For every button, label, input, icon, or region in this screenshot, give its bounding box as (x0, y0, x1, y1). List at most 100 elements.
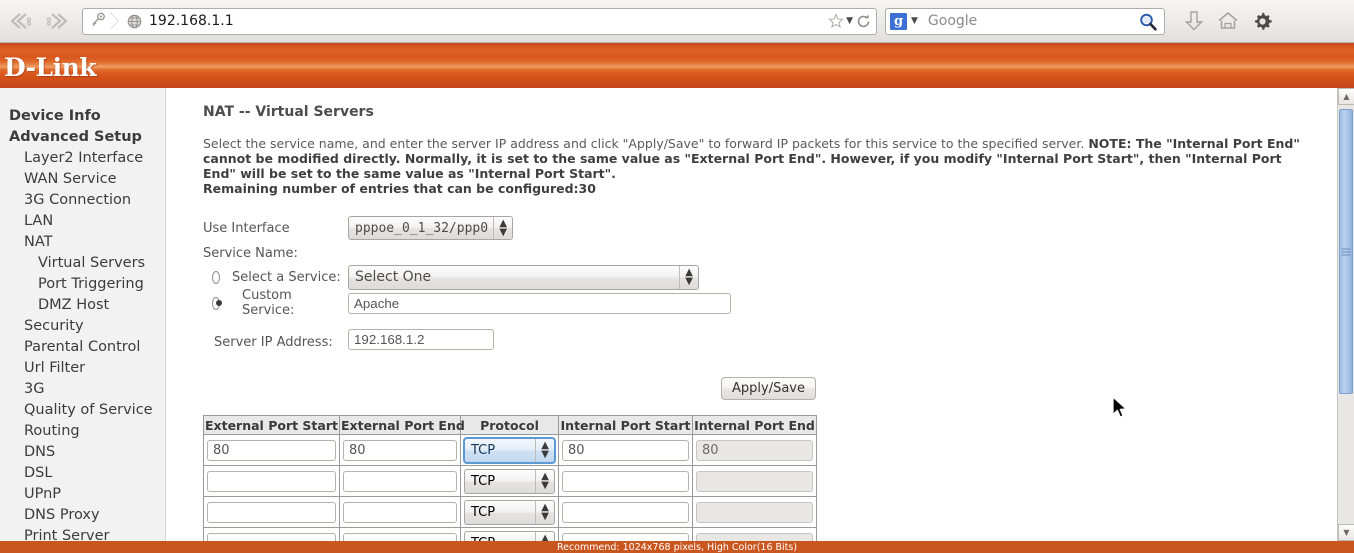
scroll-up-button[interactable]: ▲ (1338, 88, 1354, 105)
sidebar-item-wan-service[interactable]: WAN Service (0, 169, 165, 190)
external-port-start-input[interactable] (207, 471, 336, 492)
custom-service-input[interactable] (348, 292, 731, 314)
protocol-cell: TCP▲▼ (460, 434, 559, 466)
sidebar-item-nat[interactable]: NAT (0, 232, 165, 253)
protocol-select[interactable]: TCP▲▼ (464, 468, 555, 494)
protocol-value[interactable]: TCP (464, 530, 555, 541)
sidebar-item-3g-connection[interactable]: 3G Connection (0, 190, 165, 211)
apply-save-button[interactable]: Apply/Save (721, 377, 816, 400)
forward-button[interactable] (42, 6, 72, 36)
sidebar-item-layer2-interface[interactable]: Layer2 Interface (0, 148, 165, 169)
internal-port-start-cell (558, 465, 693, 497)
search-bar[interactable]: g ▼ Google (885, 7, 1165, 36)
external-port-start-input[interactable] (207, 533, 336, 541)
sidebar-item-print-server[interactable]: Print Server (0, 526, 165, 541)
download-arrow-icon[interactable] (1179, 6, 1209, 36)
protocol-select[interactable]: TCP▲▼ (464, 530, 555, 541)
page-area: Device Info Advanced Setup Layer2 Interfac… (0, 88, 1354, 541)
gear-icon[interactable] (1247, 6, 1277, 36)
protocol-cell: TCP▲▼ (460, 496, 559, 528)
sidebar-item-virtual-servers[interactable]: Virtual Servers (0, 253, 165, 274)
virtual-servers-table: External Port Start External Port End Prot… (203, 415, 817, 541)
internal-port-start-input[interactable] (562, 502, 689, 523)
protocol-value[interactable]: TCP (464, 468, 555, 494)
dlink-logo: D-Link (4, 53, 97, 82)
column-header: Internal Port End (692, 415, 817, 435)
main-content: NAT -- Virtual Servers Select the servic… (167, 88, 1337, 541)
back-button[interactable] (6, 6, 36, 36)
external-port-start-cell (203, 465, 340, 497)
table-row: TCP▲▼ (203, 496, 817, 528)
internal-port-start-cell (558, 527, 693, 541)
external-port-end-cell (339, 496, 461, 528)
star-icon[interactable] (828, 13, 844, 29)
sidebar-item-security[interactable]: Security (0, 316, 165, 337)
external-port-start-input[interactable] (207, 440, 336, 461)
identity-box[interactable] (83, 9, 109, 34)
internal-port-start-input[interactable] (562, 440, 689, 461)
scrollbar-track[interactable] (1338, 105, 1354, 524)
table-header-row: External Port Start External Port End Prot… (203, 415, 817, 435)
sidebar-item-dmz-host[interactable]: DMZ Host (0, 295, 165, 316)
address-bar[interactable]: 192.168.1.1 ▼ (82, 7, 877, 35)
protocol-select[interactable]: TCP▲▼ (464, 499, 555, 525)
home-icon[interactable] (1213, 6, 1243, 36)
server-ip-input[interactable] (348, 329, 494, 350)
remaining-entries: Remaining number of entries that can be … (203, 181, 596, 196)
protocol-value[interactable]: TCP (464, 499, 555, 525)
sidebar-item-dns[interactable]: DNS (0, 442, 165, 463)
table-row: TCP▲▼ (203, 434, 817, 466)
sidebar-item-parental-control[interactable]: Parental Control (0, 337, 165, 358)
reload-icon[interactable] (855, 13, 872, 30)
external-port-start-cell (203, 496, 340, 528)
scrollbar-thumb[interactable] (1339, 109, 1353, 394)
custom-service-radio[interactable] (212, 296, 222, 310)
chevron-down-icon[interactable]: ▼ (846, 16, 853, 26)
sidebar-item-url-filter[interactable]: Url Filter (0, 358, 165, 379)
sidebar-item-quality-of-service[interactable]: Quality of Service (0, 400, 165, 421)
internal-port-end-input (696, 533, 813, 541)
select-a-service-radio[interactable] (212, 270, 220, 284)
sidebar-item-lan[interactable]: LAN (0, 211, 165, 232)
vertical-scrollbar[interactable]: ▲ ▼ (1337, 88, 1354, 541)
search-input[interactable]: Google (928, 13, 977, 29)
scrollbar-grip (1341, 248, 1351, 255)
scroll-down-button[interactable]: ▼ (1338, 524, 1354, 541)
internal-port-end-input (696, 471, 813, 492)
sidebar-item-upnp[interactable]: UPnP (0, 484, 165, 505)
protocol-select[interactable]: TCP▲▼ (463, 436, 556, 464)
sidebar-item-3g[interactable]: 3G (0, 379, 165, 400)
sidebar-item-dsl[interactable]: DSL (0, 463, 165, 484)
sidebar-item-advanced-setup[interactable]: Advanced Setup (0, 127, 165, 148)
key-icon (90, 12, 107, 31)
sidebar-nav: Device Info Advanced Setup Layer2 Interfac… (0, 88, 166, 541)
sidebar-item-device-info[interactable]: Device Info (0, 106, 165, 127)
use-interface-value[interactable]: pppoe_0_1_32/ppp0 (348, 216, 514, 240)
external-port-end-input[interactable] (343, 502, 457, 523)
column-header: Internal Port Start (558, 415, 693, 435)
url-text[interactable]: 192.168.1.1 (149, 13, 234, 29)
service-select[interactable]: Select One ▲ ▼ (348, 264, 699, 290)
service-name-label: Service Name: (203, 245, 298, 261)
external-port-start-input[interactable] (207, 502, 336, 523)
protocol-label: TCP (471, 442, 496, 458)
use-interface-select[interactable]: pppoe_0_1_32/ppp0 ▲ ▼ (348, 216, 514, 240)
protocol-value[interactable]: TCP (463, 436, 556, 464)
search-icon[interactable] (1138, 12, 1158, 36)
table-body: TCP▲▼TCP▲▼TCP▲▼TCP▲▼TCP▲▼ (203, 434, 817, 541)
select-a-service-label: Select a Service: (232, 269, 341, 285)
external-port-end-input[interactable] (343, 440, 457, 461)
sidebar-item-dns-proxy[interactable]: DNS Proxy (0, 505, 165, 526)
external-port-end-input[interactable] (343, 471, 457, 492)
internal-port-end-cell (692, 434, 817, 466)
sidebar-item-routing[interactable]: Routing (0, 421, 165, 442)
internal-port-start-input[interactable] (562, 471, 689, 492)
external-port-end-input[interactable] (343, 533, 457, 541)
internal-port-start-input[interactable] (562, 533, 689, 541)
service-select-value[interactable]: Select One (348, 264, 699, 290)
footer-text: Recommend: 1024x768 pixels, High Color(1… (556, 541, 798, 553)
search-engine-chevron-down-icon[interactable]: ▼ (911, 16, 918, 26)
protocol-cell: TCP▲▼ (460, 465, 559, 497)
sidebar-item-port-triggering[interactable]: Port Triggering (0, 274, 165, 295)
external-port-start-cell (203, 434, 340, 466)
